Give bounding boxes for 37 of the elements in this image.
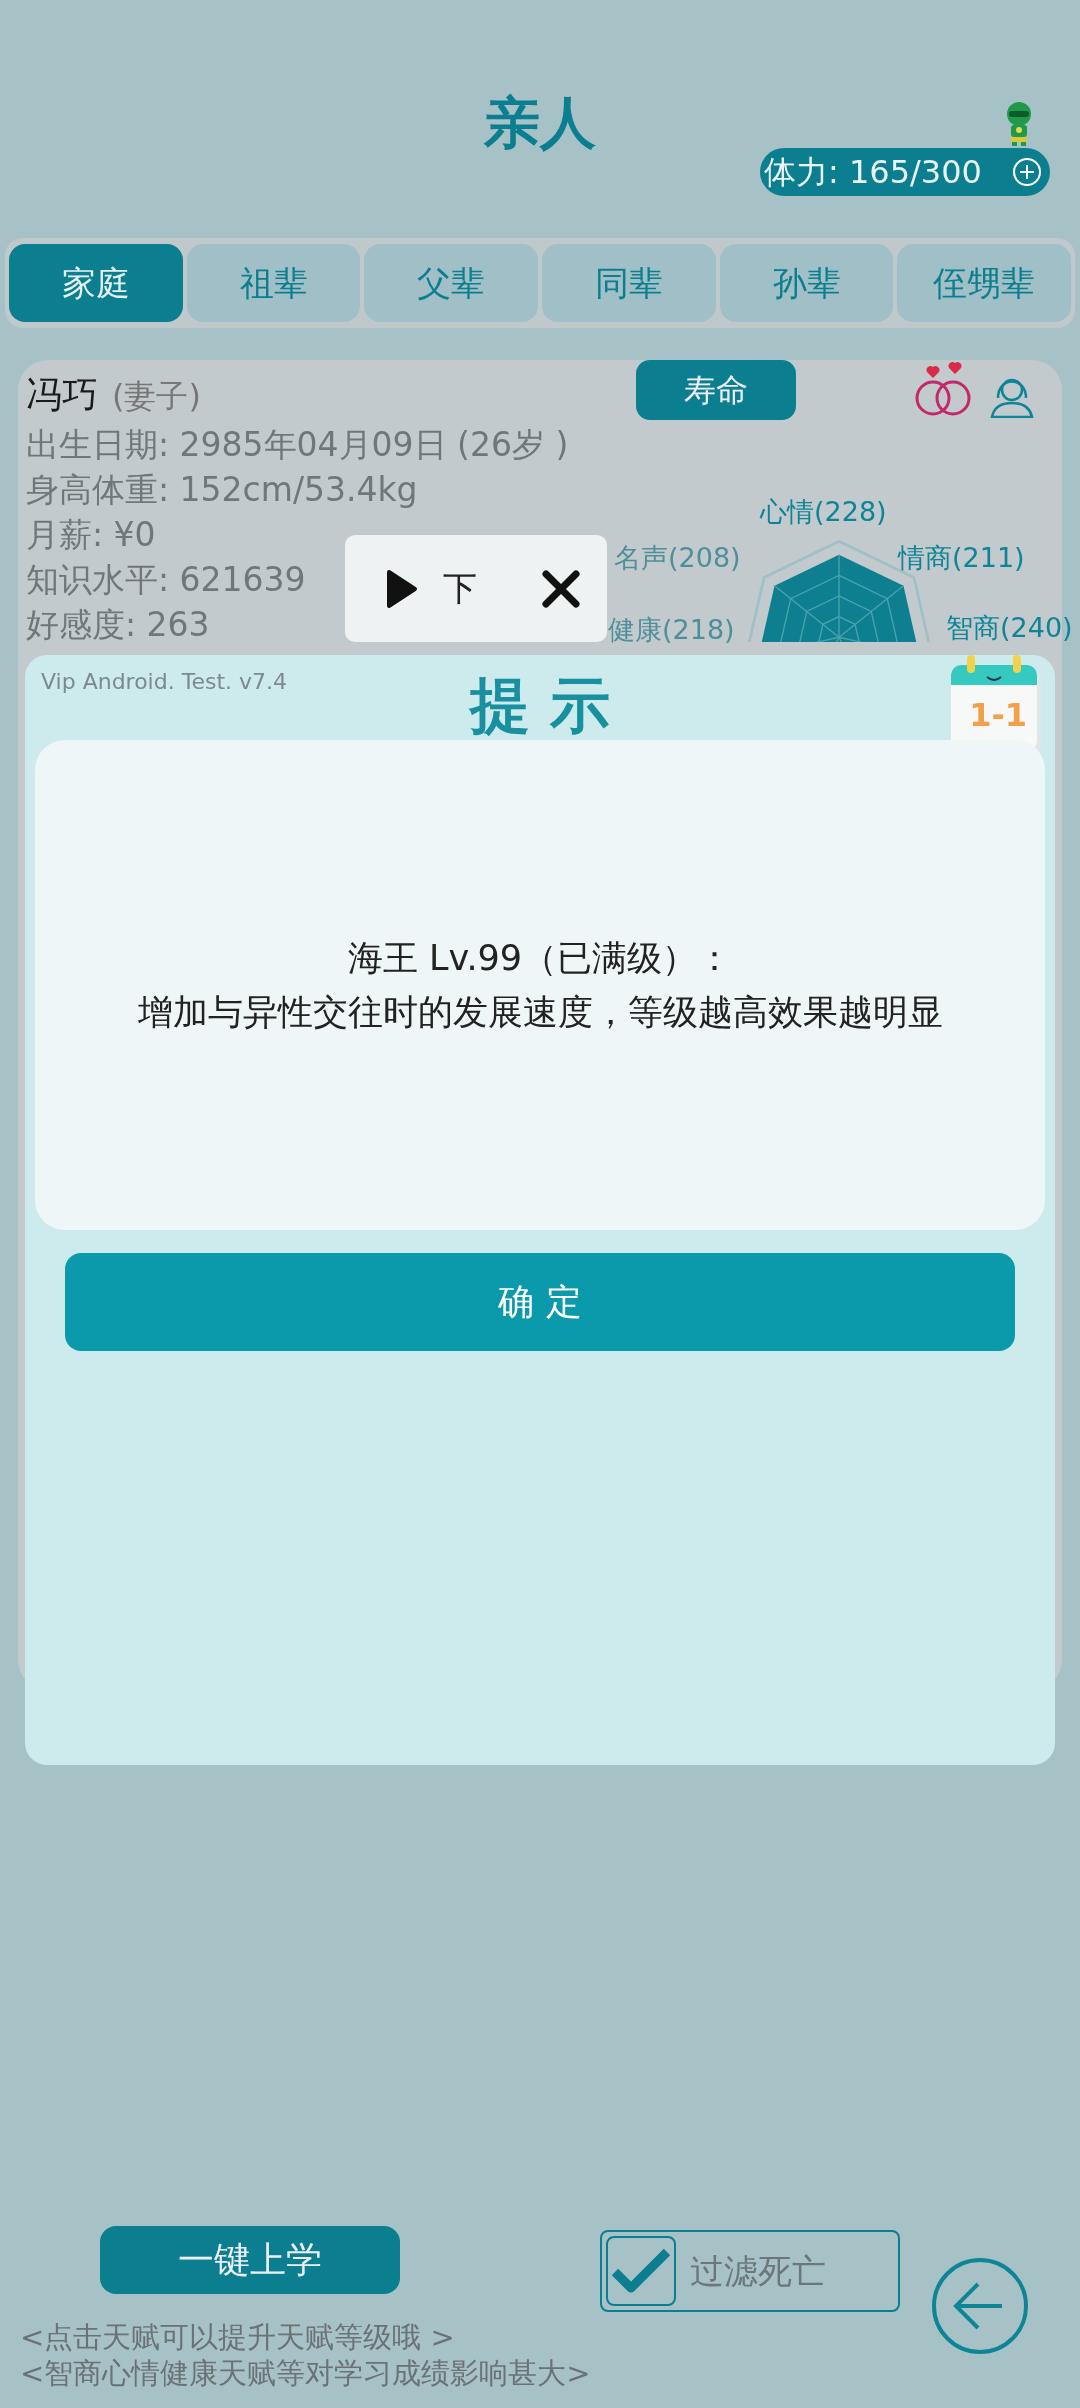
message-text: 增加与异性交往时的发展速度，等级越高效果越明显 — [137, 991, 943, 1034]
checkbox[interactable] — [606, 2236, 676, 2306]
hint-text: <智商心情健康天赋等对学习成绩影响甚大> — [20, 2355, 591, 2392]
tab[interactable]: 孙辈 — [719, 244, 894, 322]
member-relation: (妻子) — [112, 377, 201, 415]
popup-text: 下 — [443, 567, 477, 610]
tab[interactable]: 祖辈 — [186, 244, 361, 322]
tab[interactable]: 侄甥辈 — [897, 244, 1072, 322]
tab[interactable]: 家庭 — [9, 244, 183, 322]
school-button[interactable]: 一键上学 — [100, 2226, 400, 2294]
radar-label: 心情(228) — [760, 495, 887, 529]
member-detail: 知识水平: 621639 — [26, 559, 306, 601]
page-title: 亲人 — [484, 95, 596, 155]
radar-label: 智商(240) — [946, 611, 1073, 645]
close-icon[interactable] — [541, 568, 581, 609]
dialog-title: 提 示 — [469, 670, 611, 740]
message-text: 海王 Lv.99（已满级）： — [347, 937, 733, 980]
filter-label: 过滤死亡 — [690, 2249, 826, 2293]
member-name: 冯巧 — [26, 374, 98, 415]
add-icon[interactable] — [1012, 157, 1042, 187]
calendar-date: 1-1 — [969, 695, 1027, 736]
member-detail: 身高体重: 152cm/53.4kg — [26, 469, 418, 511]
filter-toggle[interactable]: 过滤死亡 — [600, 2230, 900, 2312]
tab[interactable]: 同辈 — [542, 244, 716, 322]
confirm-button[interactable]: 确 定 — [65, 1253, 1015, 1351]
member-detail: 出生日期: 2985年04月09日 (26岁 ) — [26, 424, 569, 466]
radar-label: 情商(211) — [898, 541, 1025, 575]
hint-text: <点击天赋可以提升天赋等级哦 > — [20, 2319, 455, 2356]
member-detail: 月薪: ¥0 — [26, 514, 156, 556]
stamina-text: 体力: 165/300 — [764, 152, 982, 193]
version-text: Vip Android. Test. v7.4 — [41, 668, 287, 696]
radar-label: 名声(208) — [614, 541, 741, 575]
lifespan-button[interactable]: 寿命 — [636, 360, 796, 420]
play-icon[interactable] — [385, 567, 419, 610]
member-detail: 好感度: 263 — [26, 604, 210, 646]
radar-label: 健康(218) — [608, 613, 735, 647]
tab[interactable]: 父辈 — [364, 244, 538, 322]
